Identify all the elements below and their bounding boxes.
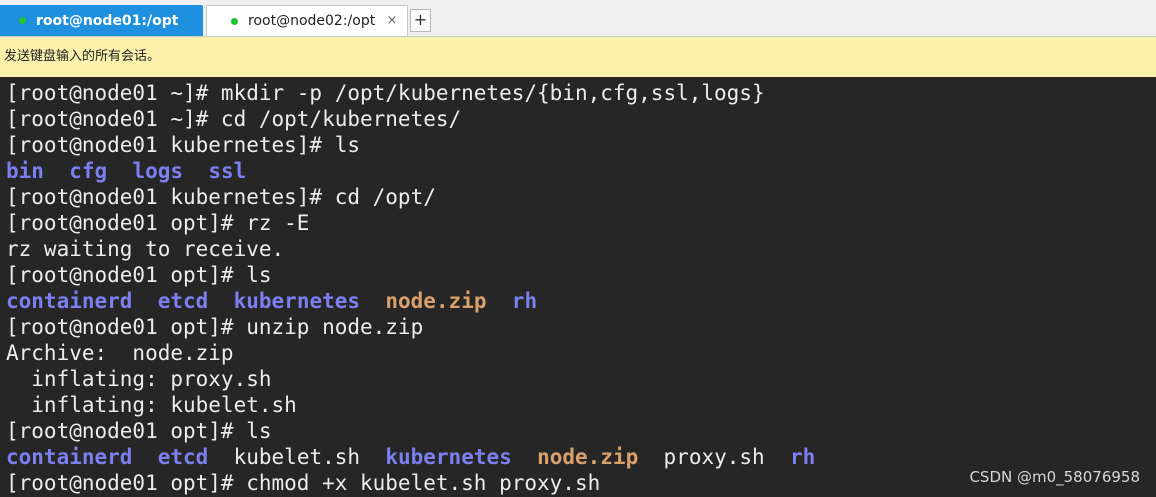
terminal-line: [root@node01 kubernetes]# cd /opt/: [6, 184, 1156, 210]
terminal-text: [root@node01 ~]# mkdir -p /opt/kubernete…: [6, 81, 765, 105]
terminal-text: proxy.sh: [663, 445, 765, 469]
directory-entry: logs: [132, 159, 184, 183]
close-tab-icon[interactable]: ×: [385, 14, 399, 28]
terminal-text: inflating: kubelet.sh: [6, 393, 297, 417]
directory-entry: etcd: [157, 289, 209, 313]
directory-entry: bin: [6, 159, 44, 183]
terminal-text: Archive: node.zip: [6, 341, 234, 365]
directory-entry: cfg: [69, 159, 108, 183]
directory-entry: etcd: [157, 445, 209, 469]
terminal-text: [root@node01 opt]# chmod +x kubelet.sh p…: [6, 471, 601, 495]
terminal-line: [root@node01 ~]# mkdir -p /opt/kubernete…: [6, 80, 1156, 106]
directory-entry: rh: [511, 289, 538, 313]
terminal-text: inflating: proxy.sh: [6, 367, 272, 391]
terminal-text: [root@node01 ~]# cd /opt/kubernetes/: [6, 107, 462, 131]
tab-bar: root@node01:/opt root@node02:/opt × +: [0, 0, 1156, 37]
terminal-text: kubelet.sh: [233, 445, 361, 469]
terminal-line: [root@node01 kubernetes]# ls: [6, 132, 1156, 158]
directory-entry: kubernetes: [233, 289, 361, 313]
directory-entry: ssl: [208, 159, 247, 183]
tab-node01[interactable]: root@node01:/opt: [0, 5, 203, 36]
connected-status-icon: [231, 17, 238, 25]
terminal-text: rz waiting to receive.: [6, 237, 285, 261]
terminal-line: [root@node01 ~]# cd /opt/kubernetes/: [6, 106, 1156, 132]
terminal-text: [root@node01 kubernetes]# ls: [6, 133, 361, 157]
archive-entry: node.zip: [385, 289, 487, 313]
terminal-line: [root@node01 opt]# ls: [6, 262, 1156, 288]
add-tab-button[interactable]: +: [410, 9, 431, 32]
terminal-line: inflating: proxy.sh: [6, 366, 1156, 392]
connected-status-icon: [19, 17, 26, 24]
directory-entry: rh: [789, 445, 816, 469]
terminal-text: [root@node01 kubernetes]# cd /opt/: [6, 185, 436, 209]
directory-entry: containerd: [6, 445, 133, 469]
directory-entry: containerd: [6, 289, 133, 313]
broadcast-notice-text: 发送键盘输入的所有会话。: [4, 49, 161, 64]
terminal-output[interactable]: [root@node01 ~]# mkdir -p /opt/kubernete…: [0, 80, 1156, 497]
tab-node02[interactable]: root@node02:/opt ×: [206, 5, 408, 36]
broadcast-notice-bar: 发送键盘输入的所有会话。: [0, 37, 1156, 77]
terminal-line: rz waiting to receive.: [6, 236, 1156, 262]
archive-entry: node.zip: [537, 445, 639, 469]
watermark: CSDN @m0_58076958: [969, 468, 1140, 486]
terminal-line: [root@node01 opt]# rz -E: [6, 210, 1156, 236]
terminal-line: bin cfg logs ssl: [6, 158, 1156, 184]
terminal-line: [root@node01 opt]# unzip node.zip: [6, 314, 1156, 340]
terminal-line: Archive: node.zip: [6, 340, 1156, 366]
terminal-line: containerd etcd kubernetes node.zip rh: [6, 288, 1156, 314]
terminal-text: [root@node01 opt]# ls: [6, 263, 272, 287]
terminal-line: inflating: kubelet.sh: [6, 392, 1156, 418]
tab-label: root@node02:/opt: [248, 13, 376, 29]
terminal-text: [root@node01 opt]# ls: [6, 419, 272, 443]
terminal-text: [root@node01 opt]# unzip node.zip: [6, 315, 424, 339]
tab-label: root@node01:/opt: [36, 12, 179, 29]
terminal-line: [root@node01 opt]# ls: [6, 418, 1156, 444]
terminal-line: containerd etcd kubelet.sh kubernetes no…: [6, 444, 1156, 470]
directory-entry: kubernetes: [385, 445, 512, 469]
terminal-text: [root@node01 opt]# rz -E: [6, 211, 310, 235]
